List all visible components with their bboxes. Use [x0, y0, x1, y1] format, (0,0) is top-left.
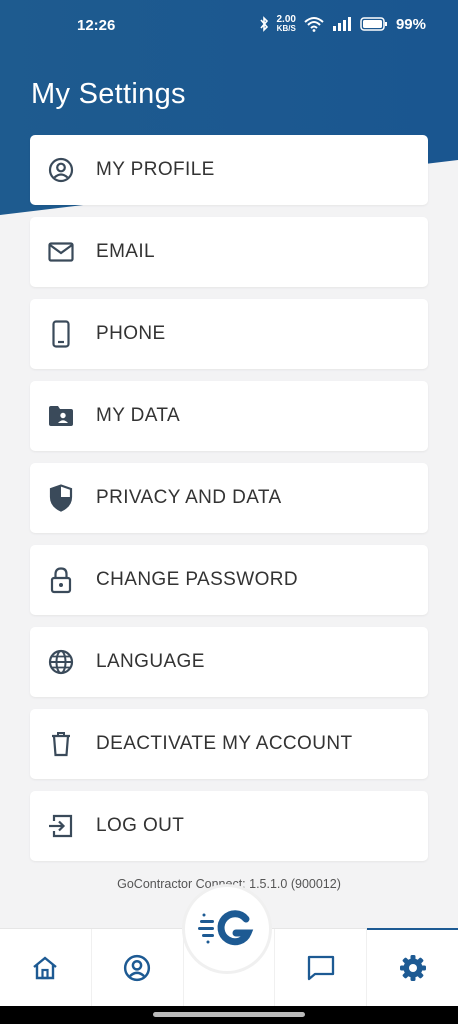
menu-item-privacy-and-data[interactable]: PRIVACY AND DATA: [30, 463, 428, 533]
settings-menu: MY PROFILE EMAIL PHONE MY DATA PRIVACY A…: [30, 135, 428, 873]
profile-icon: [46, 155, 76, 185]
nav-messages[interactable]: [275, 929, 368, 1006]
bluetooth-icon: [259, 16, 268, 32]
menu-item-email[interactable]: EMAIL: [30, 217, 428, 287]
signal-icon: [332, 17, 351, 31]
chat-icon: [307, 955, 334, 980]
menu-item-label: PRIVACY AND DATA: [96, 487, 282, 508]
menu-item-label: LOG OUT: [96, 815, 185, 836]
gocontractor-logo: [198, 910, 254, 946]
page-title: My Settings: [31, 78, 186, 110]
menu-item-label: EMAIL: [96, 241, 156, 262]
menu-item-label: MY PROFILE: [96, 159, 215, 180]
menu-item-my-data[interactable]: MY DATA: [30, 381, 428, 451]
home-icon: [33, 955, 58, 979]
menu-item-language[interactable]: LANGUAGE: [30, 627, 428, 697]
status-time: 12:26: [77, 17, 116, 34]
battery-icon: [360, 17, 387, 31]
network-speed: 2.00 KB/S: [277, 15, 296, 33]
menu-item-deactivate-my-account[interactable]: DEACTIVATE MY ACCOUNT: [30, 709, 428, 779]
globe-icon: [46, 647, 76, 677]
lock-icon: [46, 565, 76, 595]
menu-item-change-password[interactable]: CHANGE PASSWORD: [30, 545, 428, 615]
status-icons: 2.00 KB/S 99%: [259, 15, 426, 33]
wifi-icon: [304, 17, 324, 32]
email-icon: [46, 237, 76, 267]
nav-profile[interactable]: [92, 929, 184, 1006]
shield-icon: [46, 483, 76, 513]
status-bar: 12:26 2.00 KB/S 99%: [0, 0, 458, 52]
menu-item-label: PHONE: [96, 323, 166, 344]
settings-icon: [399, 954, 426, 981]
folder-user-icon: [46, 401, 76, 431]
phone-icon: [46, 319, 76, 349]
menu-item-label: MY DATA: [96, 405, 181, 426]
network-speed-unit: KB/S: [276, 24, 296, 33]
profile-icon: [124, 954, 151, 981]
home-gesture-bar[interactable]: [153, 1012, 305, 1017]
gocontractor-logo-button[interactable]: [185, 887, 269, 971]
menu-item-label: DEACTIVATE MY ACCOUNT: [96, 733, 353, 754]
menu-item-label: LANGUAGE: [96, 651, 205, 672]
trash-icon: [46, 729, 76, 759]
logout-icon: [46, 811, 76, 841]
battery-percentage: 99%: [395, 15, 426, 33]
menu-item-log-out[interactable]: LOG OUT: [30, 791, 428, 861]
menu-item-label: CHANGE PASSWORD: [96, 569, 299, 590]
nav-settings[interactable]: [367, 928, 458, 1006]
menu-item-my-profile[interactable]: MY PROFILE: [30, 135, 428, 205]
nav-home[interactable]: [0, 929, 92, 1006]
menu-item-phone[interactable]: PHONE: [30, 299, 428, 369]
